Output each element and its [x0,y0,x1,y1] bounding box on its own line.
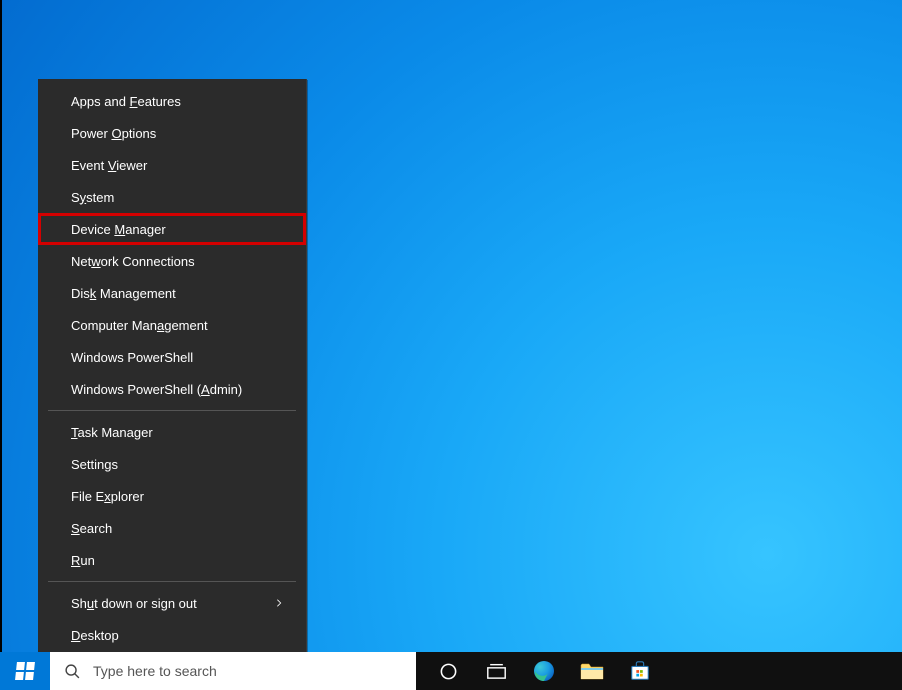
menu-item-run[interactable]: Run [38,544,306,576]
taskbar: Type here to search [0,652,902,690]
search-icon [64,663,81,680]
menu-item-desktop[interactable]: Desktop [38,619,306,651]
task-view-button[interactable] [472,652,520,690]
menu-item-label: File Explorer [71,489,144,504]
search-placeholder: Type here to search [93,663,217,679]
menu-item-task-manager[interactable]: Task Manager [38,416,306,448]
menu-item-label: Device Manager [71,222,166,237]
menu-item-label: Desktop [71,628,119,643]
menu-separator [48,581,296,582]
file-explorer-taskbar-icon[interactable] [568,652,616,690]
menu-item-label: Windows PowerShell (Admin) [71,382,242,397]
store-icon [629,660,651,682]
menu-item-label: System [71,190,114,205]
menu-item-shut-down-or-sign-out[interactable]: Shut down or sign out [38,587,306,619]
menu-item-label: Network Connections [71,254,195,269]
start-button[interactable] [0,652,50,690]
menu-item-settings[interactable]: Settings [38,448,306,480]
menu-item-label: Task Manager [71,425,153,440]
menu-item-apps-and-features[interactable]: Apps and Features [38,85,306,117]
winx-context-menu: Apps and Features Power Options Event View… [38,79,307,656]
menu-item-label: Apps and Features [71,94,181,109]
microsoft-store-taskbar-icon[interactable] [616,652,664,690]
edge-icon [532,659,556,683]
windows-logo-icon [15,662,35,680]
menu-item-label: Search [71,521,112,536]
menu-item-label: Power Options [71,126,156,141]
taskbar-search[interactable]: Type here to search [50,652,416,690]
menu-item-computer-management[interactable]: Computer Management [38,309,306,341]
menu-item-label: Settings [71,457,118,472]
menu-item-windows-powershell-admin[interactable]: Windows PowerShell (Admin) [38,373,306,405]
menu-item-event-viewer[interactable]: Event Viewer [38,149,306,181]
menu-item-label: Windows PowerShell [71,350,193,365]
menu-item-device-manager[interactable]: Device Manager [38,213,306,245]
cortana-button[interactable] [424,652,472,690]
menu-item-label: Shut down or sign out [71,596,197,611]
chevron-right-icon [274,598,284,608]
menu-item-label: Run [71,553,95,568]
menu-item-label: Disk Management [71,286,176,301]
menu-item-system[interactable]: System [38,181,306,213]
menu-item-label: Computer Management [71,318,208,333]
menu-item-disk-management[interactable]: Disk Management [38,277,306,309]
menu-separator [48,410,296,411]
edge-taskbar-icon[interactable] [520,652,568,690]
menu-item-network-connections[interactable]: Network Connections [38,245,306,277]
folder-icon [580,661,604,681]
menu-item-power-options[interactable]: Power Options [38,117,306,149]
task-view-icon [487,663,506,679]
circle-icon [439,662,458,681]
menu-item-search[interactable]: Search [38,512,306,544]
menu-item-file-explorer[interactable]: File Explorer [38,480,306,512]
menu-item-label: Event Viewer [71,158,147,173]
menu-item-windows-powershell[interactable]: Windows PowerShell [38,341,306,373]
